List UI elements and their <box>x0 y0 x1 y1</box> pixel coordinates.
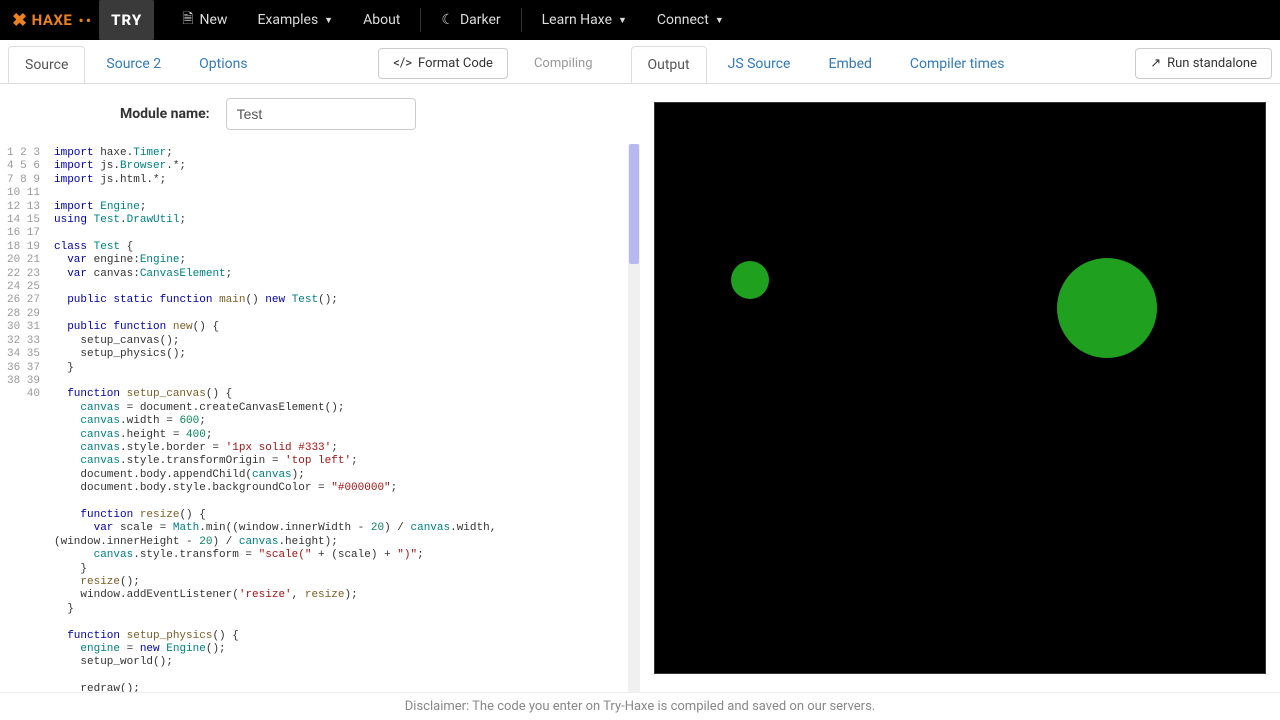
right-tabs: Output JS Source Embed Compiler times <box>631 45 1022 82</box>
tab-source2[interactable]: Source 2 <box>89 45 178 82</box>
format-code-button[interactable]: </>Format Code <box>378 48 508 79</box>
output-canvas <box>654 102 1266 674</box>
footer-disclaimer: Disclaimer: The code you enter on Try-Ha… <box>0 692 1280 720</box>
tab-embed[interactable]: Embed <box>811 45 888 82</box>
main: Module name: 1 2 3 4 5 6 7 8 9 10 11 12 … <box>0 84 1280 692</box>
chevron-down-icon: ▼ <box>618 15 627 26</box>
module-label: Module name: <box>120 106 210 122</box>
logo-dots-icon: •• <box>78 11 93 30</box>
scroll-thumb[interactable] <box>629 144 639 264</box>
nav-new[interactable]: 🗎New <box>168 0 241 42</box>
line-gutter: 1 2 3 4 5 6 7 8 9 10 11 12 13 14 15 16 1… <box>0 144 48 692</box>
chevron-down-icon: ▼ <box>324 15 333 26</box>
tab-js-source[interactable]: JS Source <box>711 45 808 82</box>
tabs-row: Source Source 2 Options </>Format Code C… <box>0 40 1280 84</box>
nav-about[interactable]: About <box>349 2 414 38</box>
center-buttons: </>Format Code Compiling <box>378 48 606 79</box>
tab-options[interactable]: Options <box>182 45 264 82</box>
nav-divider <box>521 8 522 32</box>
code-editor[interactable]: import haxe.Timer; import js.Browser.*; … <box>48 144 628 692</box>
share-icon: ↗ <box>1150 56 1161 71</box>
code-area[interactable]: 1 2 3 4 5 6 7 8 9 10 11 12 13 14 15 16 1… <box>0 144 640 692</box>
scrollbar-vertical[interactable] <box>628 144 640 692</box>
nav-divider <box>420 8 421 32</box>
file-icon: 🗎 <box>182 8 193 32</box>
topbar: ✖HAXE •• TRY 🗎New Examples▼ About ☾Darke… <box>0 0 1280 40</box>
logo-try: TRY <box>99 0 154 40</box>
tab-output[interactable]: Output <box>631 46 707 83</box>
tab-compiler-times[interactable]: Compiler times <box>893 45 1022 82</box>
circle-small <box>731 261 769 299</box>
nav-connect[interactable]: Connect▼ <box>643 2 738 38</box>
module-name-input[interactable] <box>226 98 416 130</box>
moon-icon: ☾ <box>441 12 454 28</box>
logo-x-icon: ✖ <box>12 10 28 31</box>
logo[interactable]: ✖HAXE •• TRY <box>12 0 154 40</box>
nav-examples[interactable]: Examples▼ <box>243 2 347 38</box>
nav-left: 🗎New Examples▼ About ☾Darker Learn Haxe▼… <box>168 0 738 42</box>
editor-pane: Module name: 1 2 3 4 5 6 7 8 9 10 11 12 … <box>0 84 640 692</box>
circle-large <box>1057 258 1157 358</box>
nav-darker[interactable]: ☾Darker <box>427 2 514 38</box>
logo-haxe: ✖HAXE <box>12 10 72 31</box>
output-pane <box>640 84 1280 692</box>
code-icon: </> <box>393 56 412 71</box>
module-row: Module name: <box>0 84 640 144</box>
compiling-status: Compiling <box>520 49 607 78</box>
tab-source[interactable]: Source <box>8 46 85 83</box>
chevron-down-icon: ▼ <box>715 15 724 26</box>
run-standalone-button[interactable]: ↗Run standalone <box>1135 48 1272 79</box>
left-tabs: Source Source 2 Options <box>8 45 265 82</box>
nav-learn[interactable]: Learn Haxe▼ <box>528 2 641 38</box>
